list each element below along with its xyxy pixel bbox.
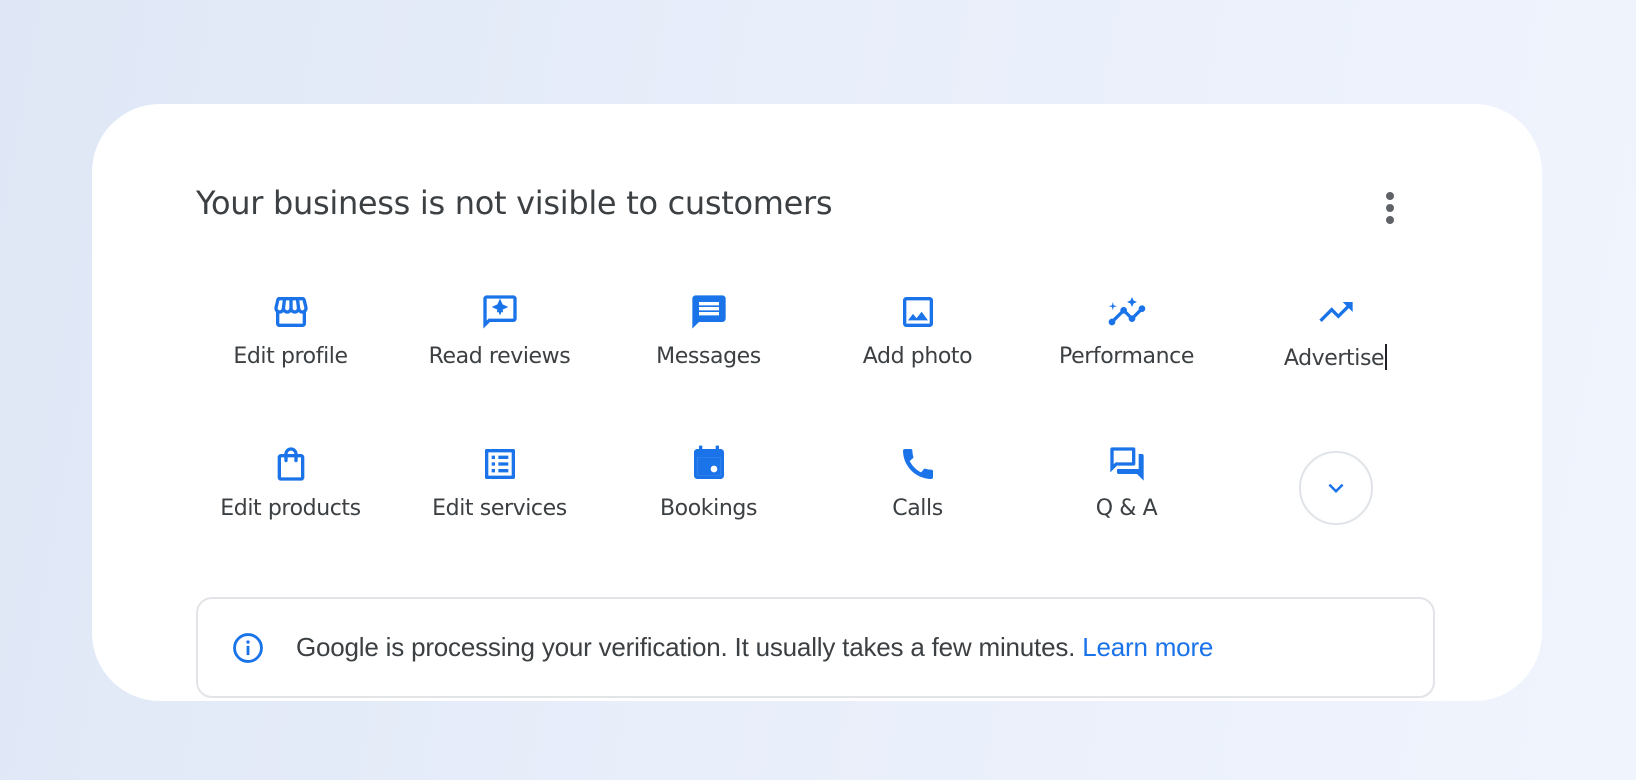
action-label: Performance	[1058, 344, 1194, 369]
action-label: Read reviews	[428, 344, 571, 369]
action-edit-services[interactable]: Edit services	[395, 436, 604, 588]
action-label: Calls	[892, 496, 943, 521]
action-label: Q & A	[1095, 496, 1158, 521]
expand-actions-button[interactable]	[1298, 451, 1373, 525]
action-edit-products[interactable]: Edit products	[186, 436, 395, 588]
calendar-icon	[689, 444, 729, 484]
expand-actions	[1231, 436, 1440, 588]
trending-up-icon	[1316, 292, 1356, 332]
actions-grid: Edit profile Read reviews Messages Add p…	[186, 284, 1440, 588]
learn-more-link[interactable]: Learn more	[1082, 632, 1213, 662]
text-cursor	[1385, 344, 1388, 370]
action-label-text: Advertise	[1283, 346, 1385, 371]
review-star-icon	[480, 292, 520, 332]
action-read-reviews[interactable]: Read reviews	[395, 284, 604, 436]
chevron-down-icon	[1328, 483, 1343, 493]
more-vert-icon-dot	[1386, 216, 1394, 224]
action-messages[interactable]: Messages	[604, 284, 813, 436]
forum-icon	[1107, 444, 1147, 484]
action-advertise[interactable]: Advertise	[1231, 284, 1440, 436]
more-vert-icon-dot	[1386, 204, 1394, 212]
shopping-bag-icon	[271, 444, 311, 484]
action-performance[interactable]: Performance	[1022, 284, 1231, 436]
action-edit-profile[interactable]: Edit profile	[186, 284, 395, 436]
message-icon	[689, 292, 729, 332]
phone-icon	[898, 444, 938, 484]
notice-message: Google is processing your verification. …	[296, 632, 1076, 662]
storefront-icon	[271, 292, 311, 332]
actions-row: Edit products Edit services Bookings Cal…	[186, 436, 1440, 588]
card-title: Your business is not visible to customer…	[196, 184, 833, 222]
action-calls[interactable]: Calls	[813, 436, 1022, 588]
action-label: Advertise	[1283, 344, 1388, 371]
action-bookings[interactable]: Bookings	[604, 436, 813, 588]
more-options-button[interactable]	[1372, 186, 1408, 230]
info-icon	[230, 630, 266, 666]
action-label: Edit services	[432, 496, 567, 521]
business-profile-card: Your business is not visible to customer…	[92, 104, 1542, 701]
actions-row: Edit profile Read reviews Messages Add p…	[186, 284, 1440, 436]
action-label: Edit products	[220, 496, 361, 521]
notice-text: Google is processing your verification. …	[296, 632, 1213, 663]
action-label: Bookings	[659, 496, 758, 521]
action-add-photo[interactable]: Add photo	[813, 284, 1022, 436]
list-alt-icon	[480, 444, 520, 484]
action-label: Edit profile	[233, 344, 348, 369]
insights-icon	[1107, 292, 1147, 332]
action-label: Messages	[656, 344, 761, 369]
more-vert-icon	[1386, 192, 1394, 200]
action-label: Add photo	[862, 344, 973, 369]
action-q-and-a[interactable]: Q & A	[1022, 436, 1231, 588]
verification-notice: Google is processing your verification. …	[196, 597, 1435, 698]
image-icon	[898, 292, 938, 332]
